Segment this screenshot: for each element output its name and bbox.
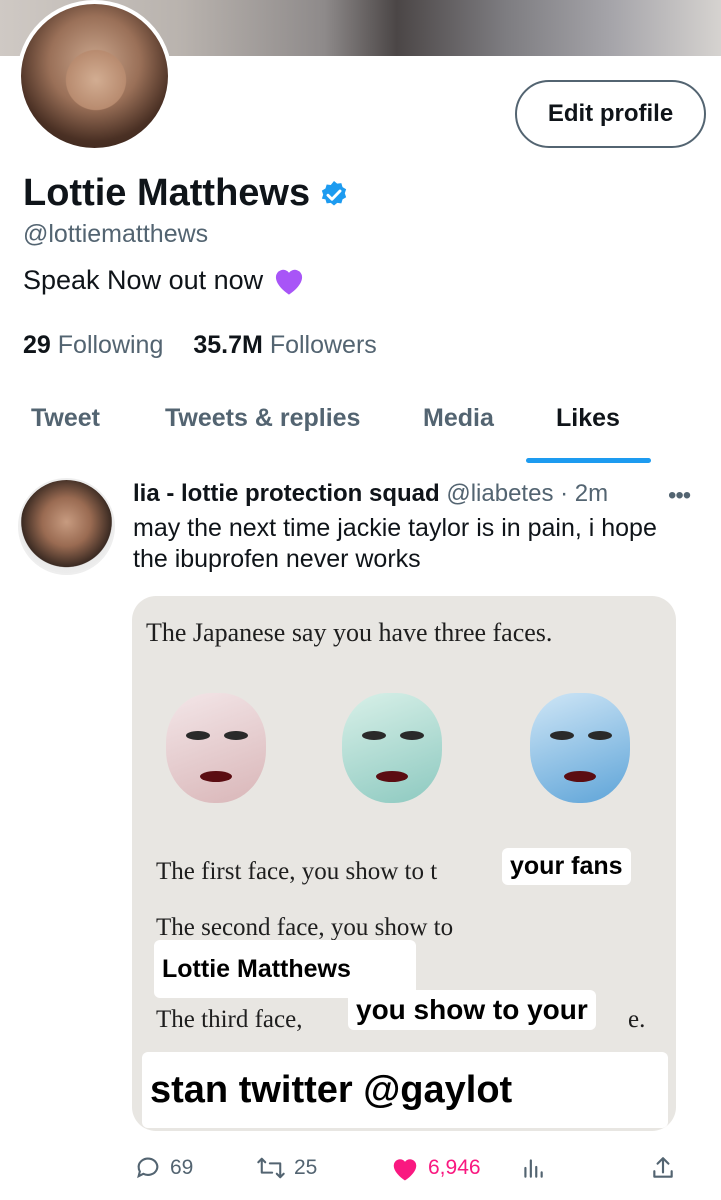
media-line-1: The first face, you show to t bbox=[156, 858, 438, 885]
tweet-media-image[interactable]: The Japanese say you have three faces. T… bbox=[132, 596, 676, 1131]
tab-media[interactable]: Media bbox=[423, 392, 494, 433]
analytics-icon bbox=[520, 1154, 546, 1182]
retweet-count: 25 bbox=[294, 1156, 318, 1179]
more-options-icon[interactable]: ••• bbox=[668, 482, 691, 510]
bio-text: Speak Now out now bbox=[23, 264, 264, 295]
following-count: 29 bbox=[23, 331, 51, 359]
media-line-3-end: e. bbox=[628, 1006, 646, 1033]
green-mask-icon bbox=[342, 693, 442, 803]
reply-count: 69 bbox=[170, 1156, 194, 1179]
heart-icon bbox=[390, 1154, 420, 1182]
verified-badge-icon bbox=[318, 178, 350, 210]
overlay-show-to-your: you show to your bbox=[348, 990, 596, 1030]
followers-link[interactable]: 35.7M Followers bbox=[193, 331, 376, 360]
retweet-button[interactable]: 25 bbox=[256, 1154, 317, 1182]
following-label: Following bbox=[57, 331, 164, 359]
share-icon bbox=[650, 1154, 676, 1182]
media-line-3: The third face, bbox=[156, 1006, 303, 1033]
purple-heart-icon bbox=[271, 264, 307, 296]
white-mask-icon bbox=[166, 693, 266, 803]
profile-name: Lottie Matthews bbox=[23, 172, 350, 215]
blue-mask-icon bbox=[530, 693, 630, 803]
reply-button[interactable]: 69 bbox=[134, 1154, 193, 1182]
analytics-button[interactable] bbox=[520, 1154, 546, 1182]
media-line-2: The second face, you show to bbox=[156, 914, 454, 941]
tweet-time[interactable]: · 2m bbox=[560, 480, 608, 507]
tweet-author-avatar[interactable] bbox=[18, 478, 115, 575]
retweet-icon bbox=[256, 1154, 286, 1182]
followers-label: Followers bbox=[269, 331, 377, 359]
overlay-stan-twitter: stan twitter @gaylot bbox=[142, 1052, 668, 1128]
profile-tabs: Tweet Tweets & replies Media Likes bbox=[0, 392, 721, 462]
tweet-username[interactable]: @liabetes bbox=[446, 480, 553, 507]
media-title: The Japanese say you have three faces. bbox=[146, 618, 553, 647]
tweet-text: may the next time jackie taylor is in pa… bbox=[133, 514, 657, 573]
like-count: 6,946 bbox=[428, 1156, 481, 1179]
follow-stats: 29 Following 35.7M Followers bbox=[23, 331, 377, 360]
tweet-header: lia - lottie protection squad @liabetes … bbox=[133, 480, 608, 508]
profile-avatar[interactable] bbox=[17, 0, 172, 152]
following-link[interactable]: 29 Following bbox=[23, 331, 163, 360]
reply-icon bbox=[134, 1154, 162, 1182]
tweet-author-name[interactable]: lia - lottie protection squad bbox=[133, 480, 440, 507]
profile-name-text: Lottie Matthews bbox=[23, 172, 311, 214]
share-button[interactable] bbox=[650, 1154, 676, 1182]
tab-tweet[interactable]: Tweet bbox=[31, 392, 100, 433]
active-tab-indicator bbox=[526, 458, 651, 463]
followers-count: 35.7M bbox=[193, 331, 263, 359]
overlay-your-fans: your fans bbox=[502, 848, 631, 885]
edit-profile-button[interactable]: Edit profile bbox=[515, 80, 706, 148]
tab-tweets-replies[interactable]: Tweets & replies bbox=[165, 392, 360, 433]
like-button[interactable]: 6,946 bbox=[390, 1154, 481, 1182]
profile-bio: Speak Now out now bbox=[23, 264, 307, 296]
tab-likes[interactable]: Likes bbox=[556, 392, 620, 433]
tweet-actions: 69 25 6,946 bbox=[134, 1150, 694, 1186]
profile-handle: @lottiematthews bbox=[23, 220, 209, 248]
